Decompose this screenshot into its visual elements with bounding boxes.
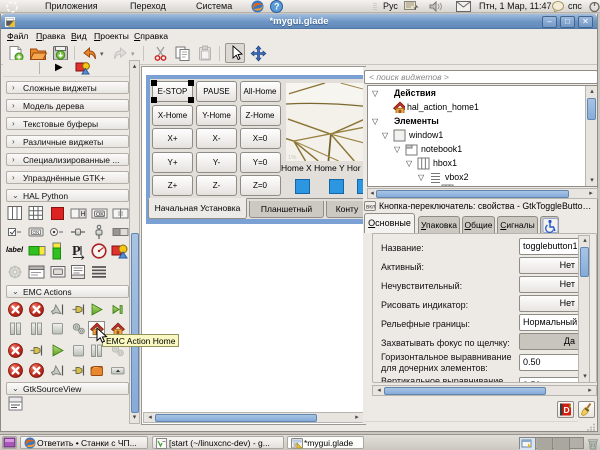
svg-text:P: P xyxy=(72,244,81,259)
svg-text:ON: ON xyxy=(33,230,40,235)
svg-text:?: ? xyxy=(274,2,280,12)
svg-text:D: D xyxy=(564,405,570,415)
svg-text:1%: 1% xyxy=(288,155,296,161)
svg-text:OK: OK xyxy=(96,212,104,218)
svg-text:H: H xyxy=(81,211,86,218)
svg-text:вкл: вкл xyxy=(366,205,376,211)
